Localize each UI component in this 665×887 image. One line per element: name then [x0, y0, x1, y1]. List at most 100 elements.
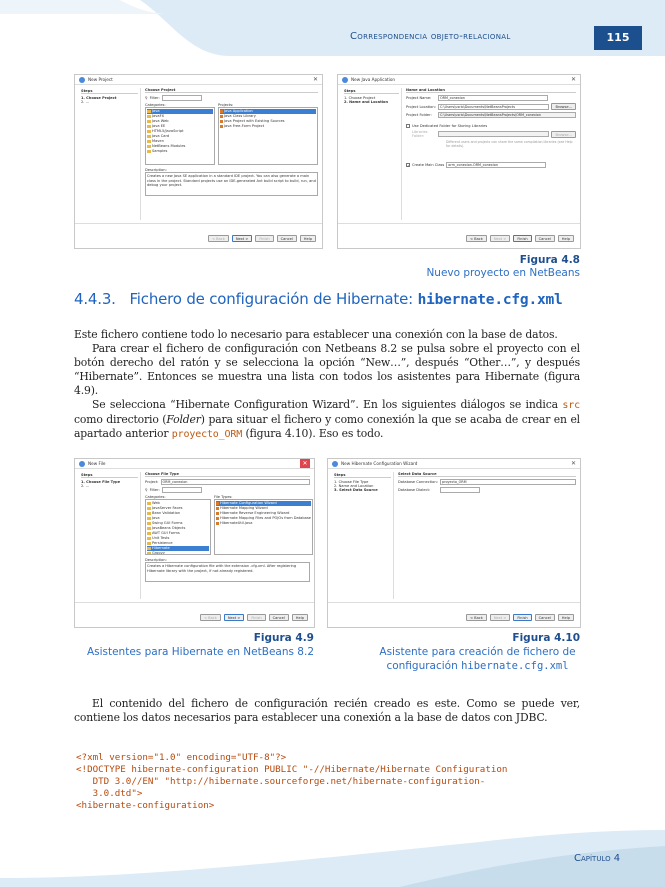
window-title: New Java Application [351, 77, 396, 82]
filter-label: Filter: [149, 96, 160, 100]
categories-list[interactable]: Web JavaServer Faces Bean Validation Jav… [145, 499, 211, 555]
browse-libraries-button[interactable]: Browse... [551, 130, 576, 138]
list-item[interactable]: Samples [147, 149, 213, 154]
dedicated-folder-checkbox[interactable] [406, 124, 410, 128]
section-number: 4.4.3. [74, 290, 116, 308]
steps-heading: Steps [81, 89, 138, 94]
netbeans-icon [332, 460, 338, 467]
filter-input[interactable] [161, 487, 202, 493]
figure-number: Figura 4.10 [512, 632, 580, 644]
screenshot-new-file: New File ✕ Steps 1. Choose File Type 2. .… [74, 458, 315, 628]
steps-heading: Steps [81, 473, 138, 478]
main-class-input[interactable]: orm_conexion.ORM_conexion [446, 162, 547, 168]
figure-number: Figura 4.8 [519, 254, 580, 266]
running-footer-chapter: Capítulo 4 [574, 853, 621, 864]
steps-panel: Steps 1. Choose File Type 2. ... [79, 472, 141, 599]
finish-button[interactable]: Finish [247, 614, 266, 621]
list-item[interactable]: Java Free-Form Project [220, 124, 316, 129]
cancel-button[interactable]: Cancel [534, 614, 555, 621]
back-button[interactable]: < Back [465, 235, 487, 242]
back-button[interactable]: < Back [465, 614, 487, 621]
paragraph: El contenido del fichero de configuració… [74, 697, 580, 724]
main-panel: Name and Location Project Name: ORM_conex… [406, 88, 576, 220]
close-icon[interactable]: ✕ [313, 76, 318, 83]
categories-list[interactable]: Java JavaFX Java Web Java EE HTML5/JavaS… [145, 107, 215, 165]
steps-panel: Steps 1. Choose Project 2. ... [79, 88, 141, 220]
body-text: El contenido del fichero de configuració… [74, 697, 580, 725]
main-class-label: Create Main Class [412, 163, 445, 167]
libraries-note: Different users and projects can share t… [446, 140, 573, 148]
footer-band [0, 830, 665, 887]
section-title-code: hibernate.cfg.xml [417, 292, 563, 308]
next-button[interactable]: Next > [231, 235, 253, 242]
projects-list[interactable]: Java Application Java Class Library Java… [218, 107, 318, 165]
code-line: <hibernate-configuration> [76, 800, 215, 811]
browse-button[interactable]: Browse... [551, 103, 576, 110]
finish-button[interactable]: Finish [255, 235, 274, 242]
finish-button[interactable]: Finish [513, 614, 532, 621]
main-panel: Choose Project ⚲ Filter: Categories: Java… [145, 88, 318, 220]
step-item: 2. Name and Location [344, 100, 389, 104]
close-icon[interactable]: ✕ [300, 459, 310, 468]
project-select[interactable]: ORM_conexion [160, 479, 310, 485]
filter-label: Filter: [149, 488, 160, 492]
figure-caption: Asistente para creación de fichero de co… [379, 646, 576, 672]
page: Correspondencia objeto-relacional 115 Ne… [0, 0, 665, 887]
code-line: <!DOCTYPE hibernate-configuration PUBLIC… [76, 764, 508, 775]
code-listing: <?xml version="1.0" encoding="UTF-8"?> <!… [76, 752, 596, 812]
filetypes-list[interactable]: Hibernate Configuration Wizard Hibernate… [214, 499, 313, 555]
paragraph: Para crear el fichero de configuración c… [74, 342, 580, 397]
cancel-button[interactable]: Cancel [276, 235, 297, 242]
close-icon[interactable]: ✕ [571, 76, 576, 83]
screenshot-new-project: New Project ✕ Steps 1. Choose Project 2. … [74, 74, 323, 249]
cancel-button[interactable]: Cancel [268, 614, 289, 621]
back-button[interactable]: < Back [207, 235, 229, 242]
steps-heading: Steps [334, 473, 391, 478]
italic-term: Folder [166, 413, 201, 426]
project-name-input[interactable]: ORM_conexion [438, 95, 548, 101]
filter-input[interactable] [161, 95, 202, 101]
next-button[interactable]: Next > [223, 614, 245, 621]
code-line: <?xml version="1.0" encoding="UTF-8"?> [76, 752, 287, 763]
finish-button[interactable]: Finish [513, 235, 532, 242]
body-text: Este fichero contiene todo lo necesario … [74, 328, 580, 442]
connection-label: Database Connection: [398, 480, 438, 484]
help-button[interactable]: Help [557, 614, 574, 621]
main-class-checkbox[interactable]: ✓ [406, 163, 410, 168]
figure-number: Figura 4.9 [253, 632, 314, 644]
step-item: 2. ... [81, 484, 89, 488]
panel-heading: Select Data Source [398, 472, 576, 477]
wizard-buttons: < Back Next > Finish Cancel Help [465, 235, 574, 242]
list-item[interactable]: Groovy [147, 551, 209, 554]
field-label: Project Location: [406, 104, 436, 109]
next-button[interactable]: Next > [489, 235, 511, 242]
cancel-button[interactable]: Cancel [534, 235, 555, 242]
dialect-input[interactable] [440, 487, 480, 493]
netbeans-icon [79, 460, 85, 467]
help-button[interactable]: Help [557, 235, 574, 242]
main-panel: Choose File Type Project: ORM_conexion ⚲ F… [145, 472, 313, 599]
project-location-input[interactable]: C:\Users\usrio\Documents\NetBeansProject… [438, 103, 550, 110]
connection-select[interactable]: proyecto_ORM [440, 479, 576, 485]
back-button[interactable]: < Back [199, 614, 221, 621]
libraries-input[interactable] [438, 131, 550, 137]
paragraph: Este fichero contiene todo lo necesario … [74, 328, 558, 341]
steps-panel: Steps 1. Choose Project 2. Name and Loca… [342, 88, 402, 220]
dialect-label: Database Dialect: [398, 488, 431, 492]
search-icon: ⚲ [145, 96, 148, 100]
help-button[interactable]: Help [291, 614, 308, 621]
screenshot-new-java-application: New Java Application ✕ Steps 1. Choose Pr… [337, 74, 581, 249]
close-icon[interactable]: ✕ [571, 460, 576, 467]
header-band [0, 0, 665, 56]
wizard-buttons: < Back Next > Finish Cancel Help [207, 235, 316, 242]
step-item: 2. ... [81, 100, 89, 104]
list-item[interactable]: HibernateUtil.java [216, 521, 311, 526]
running-header-title: Correspondencia objeto-relacional [350, 31, 511, 42]
panel-heading: Choose Project [145, 88, 318, 93]
help-button[interactable]: Help [299, 235, 316, 242]
code-line: DTD 3.0//EN" "http://hibernate.sourcefor… [76, 776, 486, 787]
next-button[interactable]: Next > [489, 614, 511, 621]
project-folder-input[interactable]: C:\Users\usrio\Documents\NetBeansProject… [438, 112, 576, 118]
section-heading: 4.4.3. Fichero de configuración de Hiber… [74, 290, 563, 308]
project-label: Project: [145, 480, 159, 484]
